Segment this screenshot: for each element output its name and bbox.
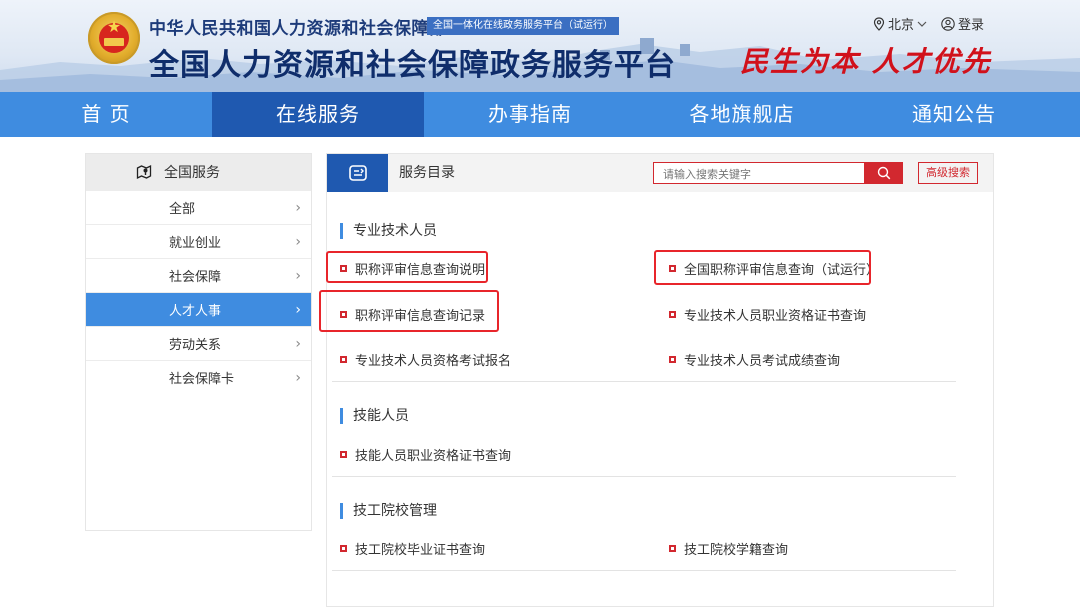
- main-area: 全国服务 全部 › 就业创业 › 社会保障 › 人才人事 › 劳动关系 › 社会…: [0, 137, 1080, 607]
- main-nav: 首 页 在线服务 办事指南 各地旗舰店 通知公告: [0, 92, 1080, 137]
- bullet-icon: [340, 545, 347, 552]
- service-link-label: 专业技术人员职业资格证书查询: [684, 309, 867, 324]
- search-icon: [877, 166, 891, 180]
- location-selector[interactable]: 北京: [873, 14, 927, 33]
- bullet-icon: [669, 545, 676, 552]
- chevron-right-icon: ›: [295, 302, 301, 318]
- user-icon: [941, 16, 955, 31]
- highlight-box: [654, 250, 871, 285]
- sidebar-item-social-security[interactable]: 社会保障 ›: [86, 258, 311, 292]
- service-link[interactable]: 技工院校学籍查询: [669, 539, 788, 558]
- section-title-skilled: 技能人员: [340, 408, 409, 424]
- search-button[interactable]: [865, 162, 903, 184]
- chevron-right-icon: ›: [295, 370, 301, 386]
- sidebar-item-talent-personnel[interactable]: 人才人事 ›: [86, 292, 311, 326]
- sidebar-title: 全国服务: [164, 165, 220, 181]
- section-divider: [332, 381, 956, 382]
- service-link[interactable]: 技能人员职业资格证书查询: [340, 445, 511, 464]
- service-link-label: 专业技术人员考试成绩查询: [684, 354, 841, 369]
- sidebar-item-social-security-card[interactable]: 社会保障卡 ›: [86, 360, 311, 394]
- sidebar-item-label: 人才人事: [169, 304, 222, 319]
- service-link-label: 技能人员职业资格证书查询: [355, 449, 512, 464]
- nav-local-stores[interactable]: 各地旗舰店: [636, 92, 848, 137]
- search-input[interactable]: [654, 164, 854, 185]
- advanced-search-button[interactable]: 高级搜索: [918, 162, 978, 184]
- service-link[interactable]: 专业技术人员考试成绩查询: [669, 350, 840, 369]
- top-right-links: 北京 登录: [873, 14, 984, 33]
- nav-announcements[interactable]: 通知公告: [848, 92, 1060, 137]
- sidebar-item-label: 劳动关系: [169, 338, 222, 353]
- login-label: 登录: [957, 18, 984, 33]
- sidebar-item-employment[interactable]: 就业创业 ›: [86, 224, 311, 258]
- sidebar-item-labor-relations[interactable]: 劳动关系 ›: [86, 326, 311, 360]
- bullet-icon: [340, 356, 347, 363]
- chevron-right-icon: ›: [295, 336, 301, 352]
- sidebar-item-label: 全部: [169, 202, 196, 217]
- catalog-icon: [348, 165, 367, 181]
- location-pin-icon: [873, 16, 885, 31]
- chevron-right-icon: ›: [295, 200, 301, 216]
- sidebar-item-all[interactable]: 全部 ›: [86, 190, 311, 224]
- service-link[interactable]: 专业技术人员资格考试报名: [340, 350, 511, 369]
- catalog-tab: [327, 154, 388, 192]
- section-divider: [332, 570, 956, 571]
- search-box: [653, 162, 865, 185]
- service-link[interactable]: 专业技术人员职业资格证书查询: [669, 305, 866, 324]
- platform-badge: 全国一体化在线政务服务平台（试运行）: [427, 17, 619, 35]
- nav-online-services[interactable]: 在线服务: [212, 92, 424, 137]
- bullet-icon: [669, 356, 676, 363]
- catalog-header: 服务目录 高级搜索: [327, 154, 993, 192]
- location-label: 北京: [887, 18, 914, 33]
- sidebar-item-label: 社会保障: [169, 270, 222, 285]
- section-title-technical-schools: 技工院校管理: [340, 503, 437, 519]
- service-link-label: 专业技术人员资格考试报名: [355, 354, 512, 369]
- sidebar-item-label: 社会保障卡: [169, 372, 235, 387]
- service-sidebar: 全国服务 全部 › 就业创业 › 社会保障 › 人才人事 › 劳动关系 › 社会…: [85, 153, 312, 531]
- bullet-icon: [340, 451, 347, 458]
- sidebar-item-label: 就业创业: [169, 236, 222, 251]
- highlight-box: [319, 290, 499, 332]
- chevron-right-icon: ›: [295, 234, 301, 250]
- section-divider: [332, 476, 956, 477]
- slogan: 民生为本 人才优先: [740, 45, 992, 78]
- ministry-name: 中华人民共和国人力资源和社会保障部: [149, 19, 447, 39]
- nav-home[interactable]: 首 页: [0, 92, 212, 137]
- service-link-label: 技工院校毕业证书查询: [355, 543, 486, 558]
- map-icon: [136, 164, 152, 180]
- catalog-title: 服务目录: [399, 165, 455, 181]
- service-link[interactable]: 技工院校毕业证书查询: [340, 539, 485, 558]
- chevron-down-icon: [917, 21, 927, 27]
- bullet-icon: [669, 311, 676, 318]
- sidebar-header: 全国服务: [86, 154, 311, 190]
- platform-title[interactable]: 全国人力资源和社会保障政务服务平台: [149, 40, 676, 84]
- section-title-professional: 专业技术人员: [340, 223, 437, 239]
- login-link[interactable]: 登录: [941, 14, 984, 33]
- site-header: ★ 中华人民共和国人力资源和社会保障部 全国一体化在线政务服务平台（试运行） 全…: [0, 0, 1080, 92]
- service-link-label: 技工院校学籍查询: [684, 543, 789, 558]
- chevron-right-icon: ›: [295, 268, 301, 284]
- national-emblem-icon: ★: [88, 12, 140, 64]
- highlight-box: [326, 251, 488, 283]
- nav-service-guide[interactable]: 办事指南: [424, 92, 636, 137]
